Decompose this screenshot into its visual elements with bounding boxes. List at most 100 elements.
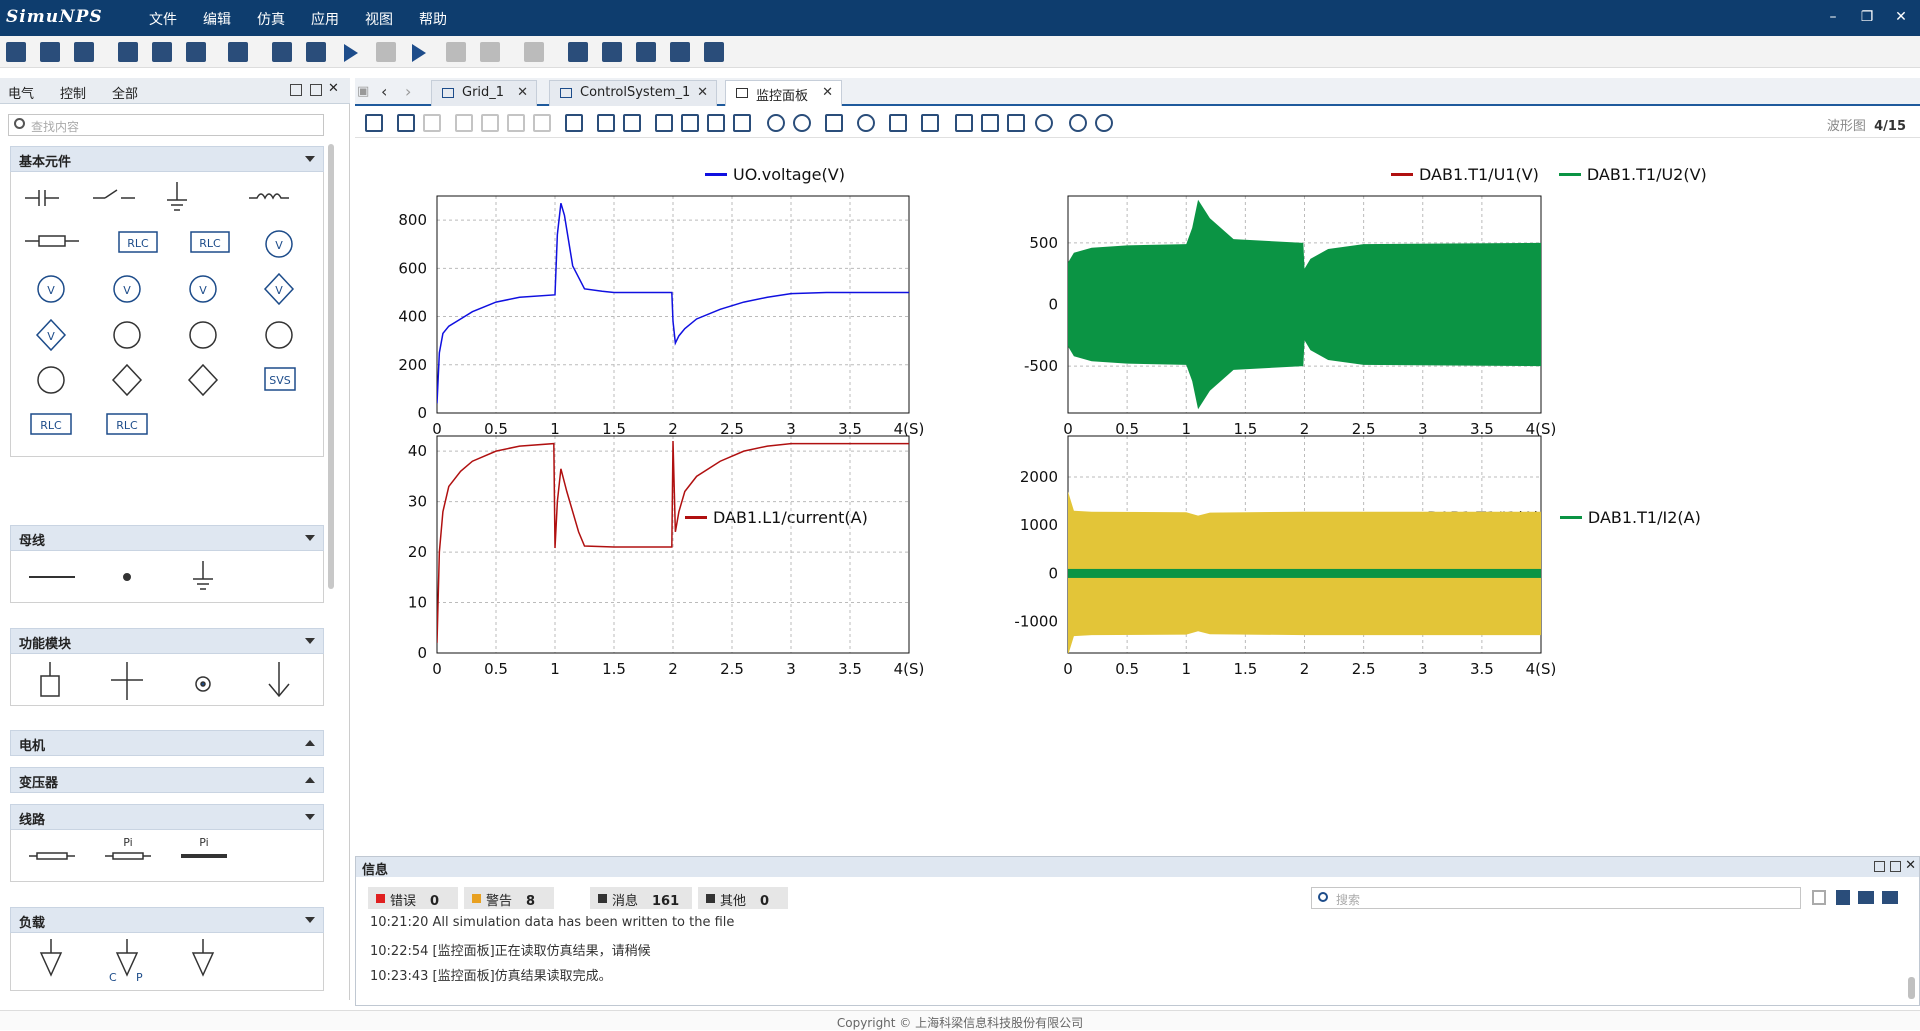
monitor-icon[interactable] — [636, 42, 656, 62]
info-float-icon[interactable] — [1874, 861, 1885, 872]
tab-grid-1[interactable]: Grid_1 ✕ — [431, 80, 537, 106]
monitor-plot-area: UO.voltage(V) DAB1.T1/U1(V) DAB1.T1/U2(V… — [355, 140, 1920, 848]
restore-icon[interactable]: ❐ — [1856, 6, 1878, 28]
float-icon[interactable] — [290, 84, 302, 96]
align-icon[interactable] — [623, 114, 641, 132]
grid-layout-icon[interactable] — [6, 42, 26, 62]
tab-menu-icon[interactable]: ▣ — [357, 84, 369, 99]
close-tab-icon[interactable]: ✕ — [822, 85, 833, 100]
menu-view[interactable]: 视图 — [352, 9, 406, 29]
menu-help[interactable]: 帮助 — [406, 9, 460, 29]
print-icon[interactable] — [1882, 891, 1898, 904]
menu-apply[interactable]: 应用 — [298, 9, 352, 29]
target-gear-icon[interactable] — [272, 42, 292, 62]
filter-messages[interactable]: 消息 161 — [590, 887, 692, 909]
select-region-icon[interactable] — [889, 114, 907, 132]
cursor-icon[interactable] — [921, 114, 939, 132]
plot-canvas[interactable]: 02004006008000 0.5 1 1.5 2 2.5 3 3.5 4(S)-500050… — [355, 140, 1920, 848]
chart-icon[interactable] — [568, 42, 588, 62]
measure-icon[interactable] — [1095, 114, 1113, 132]
x-tick-label: 2.5 — [720, 420, 744, 438]
info-maximize-icon[interactable] — [1890, 861, 1901, 872]
paste-icon[interactable] — [455, 114, 473, 132]
x-tick-label: 3.5 — [1470, 420, 1494, 438]
tab-electrical[interactable]: 电气 — [8, 83, 34, 102]
delete-icon[interactable] — [533, 114, 551, 132]
save-icon[interactable] — [74, 42, 94, 62]
layout-list-icon[interactable] — [597, 114, 615, 132]
edit-icon[interactable] — [306, 42, 326, 62]
info-close-icon[interactable]: ✕ — [1905, 858, 1916, 873]
zoom-in-icon[interactable] — [767, 114, 785, 132]
pause-icon[interactable] — [446, 42, 466, 62]
fit-horizontal-icon[interactable] — [707, 114, 725, 132]
x-axis-icon[interactable] — [981, 114, 999, 132]
settings-list-icon[interactable] — [228, 42, 248, 62]
close-panel-icon[interactable]: ✕ — [328, 81, 339, 96]
probe-icon[interactable] — [524, 42, 544, 62]
layout-rows-icon[interactable] — [565, 114, 583, 132]
pie-icon[interactable] — [1069, 114, 1087, 132]
zoom-out-icon[interactable] — [793, 114, 811, 132]
new-copy-icon[interactable] — [118, 42, 138, 62]
category-line[interactable]: 线路 — [10, 804, 324, 830]
category-bus[interactable]: 母线 — [10, 525, 324, 551]
crosshair-icon[interactable] — [1035, 114, 1053, 132]
maximize-panel-icon[interactable] — [310, 84, 322, 96]
close-tab-icon[interactable]: ✕ — [517, 85, 528, 100]
tab-next-icon[interactable]: › — [405, 82, 411, 101]
library-scrollbar[interactable] — [328, 144, 334, 589]
tab-monitor-panel[interactable]: 监控面板 ✕ — [725, 80, 842, 106]
crop-icon[interactable] — [481, 114, 499, 132]
y-axis-icon[interactable] — [1007, 114, 1025, 132]
info-search-input[interactable]: 搜索 — [1311, 887, 1801, 909]
log-scrollbar[interactable] — [1908, 977, 1915, 999]
category-basic[interactable]: 基本元件 — [10, 146, 324, 172]
load-symbols: CP — [39, 939, 215, 984]
close-tab-icon[interactable]: ✕ — [697, 85, 708, 100]
category-transformer[interactable]: 变压器 — [10, 767, 324, 793]
category-motor[interactable]: 电机 — [10, 730, 324, 756]
clock-copy-icon[interactable] — [152, 42, 172, 62]
library-search-input[interactable]: 查找内容 — [8, 114, 324, 136]
tab-control[interactable]: 控制 — [60, 83, 86, 102]
menu-simulate[interactable]: 仿真 — [244, 9, 298, 29]
fit-x-icon[interactable] — [655, 114, 673, 132]
redo-icon[interactable] — [423, 114, 441, 132]
filter-other[interactable]: 其他 0 — [698, 887, 788, 909]
fit-region-icon[interactable] — [681, 114, 699, 132]
grid-toggle-icon[interactable] — [825, 114, 843, 132]
minimize-icon[interactable]: – — [1822, 6, 1844, 28]
list-icon[interactable] — [40, 42, 60, 62]
x-tick-label: 1.5 — [602, 420, 626, 438]
menu-file[interactable]: 文件 — [136, 9, 190, 29]
run-icon[interactable] — [344, 44, 358, 62]
upload-icon[interactable] — [955, 114, 973, 132]
gauge-icon[interactable] — [670, 42, 690, 62]
filter-errors[interactable]: 错误 0 — [368, 887, 458, 909]
refresh-copy-icon[interactable] — [186, 42, 206, 62]
fit-vertical-icon[interactable] — [733, 114, 751, 132]
export-icon[interactable] — [365, 114, 383, 132]
equalizer-icon[interactable] — [602, 42, 622, 62]
clear-log-icon[interactable] — [1836, 890, 1850, 905]
step-forward-icon[interactable] — [412, 44, 426, 62]
tab-controlsystem-1[interactable]: ControlSystem_1 ✕ — [549, 80, 717, 106]
tab-prev-icon[interactable]: ‹ — [381, 82, 387, 101]
undo-icon[interactable] — [397, 114, 415, 132]
y-tick-label: 400 — [398, 308, 427, 326]
category-function-blocks[interactable]: 功能模块 — [10, 628, 324, 654]
category-load[interactable]: 负载 — [10, 907, 324, 933]
tab-all[interactable]: 全部 — [112, 83, 138, 102]
stop-icon[interactable] — [480, 42, 500, 62]
step-back-icon[interactable] — [376, 42, 396, 62]
refresh-icon[interactable] — [857, 114, 875, 132]
close-icon[interactable]: ✕ — [1890, 6, 1912, 28]
copy-icon[interactable] — [507, 114, 525, 132]
recorder-icon[interactable] — [704, 42, 724, 62]
menu-edit[interactable]: 编辑 — [190, 9, 244, 29]
copy-log-icon[interactable] — [1812, 890, 1826, 905]
open-folder-icon[interactable] — [1858, 891, 1874, 904]
filter-warnings[interactable]: 警告 8 — [464, 887, 554, 909]
load-grid: CP — [10, 933, 324, 991]
